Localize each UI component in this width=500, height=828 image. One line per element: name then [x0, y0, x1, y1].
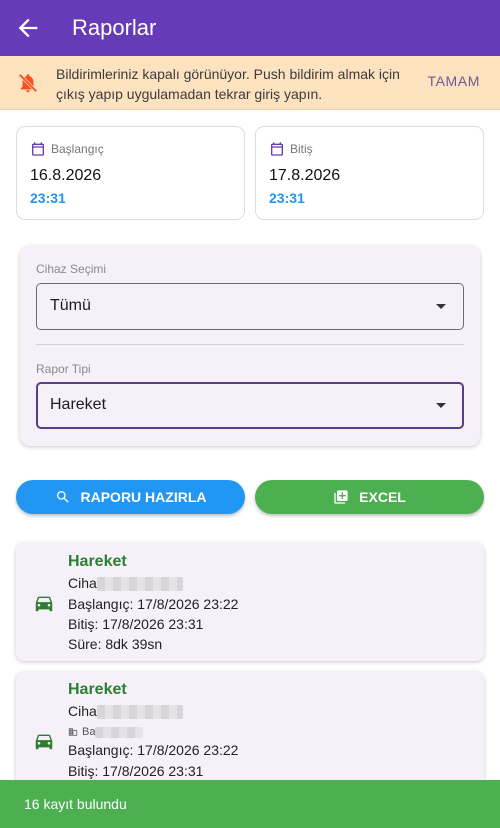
report-list-item[interactable]: Hareket Ciha Başlangıç: 17/8/2026 23:22 …	[16, 543, 484, 661]
report-device-prefix: Ciha	[68, 703, 97, 719]
end-date-value: 17.8.2026	[269, 167, 341, 184]
result-count: 16 kayıt bulundu	[24, 796, 127, 812]
notification-message: Bildirimleriniz kapalı görünüyor. Push b…	[56, 66, 400, 102]
bell-off-icon	[18, 73, 38, 93]
excel-export-button[interactable]: EXCEL	[255, 480, 484, 514]
filter-card: Cihaz Seçimi Tümü Rapor Tipi Hareket	[20, 246, 480, 446]
end-date-label: Bitiş	[290, 142, 313, 156]
end-date-card[interactable]: Bitiş 17.8.2026 23:31	[255, 126, 484, 220]
report-location: Ba	[68, 726, 144, 738]
report-type-value: Hareket	[50, 396, 107, 413]
start-date-card[interactable]: Başlangıç 16.8.2026 23:31	[16, 126, 245, 220]
app-bar: Raporlar	[0, 0, 500, 56]
start-date-label: Başlangıç	[51, 142, 104, 156]
start-date-value: 16.8.2026	[30, 167, 102, 184]
spreadsheet-icon	[334, 490, 348, 504]
device-select-label: Cihaz Seçimi	[36, 262, 107, 276]
prepare-report-label: RAPORU HAZIRLA	[80, 489, 207, 505]
end-time-value: 23:31	[269, 190, 305, 206]
page-title: Raporlar	[72, 15, 157, 40]
report-title: Hareket	[68, 681, 127, 698]
car-icon	[35, 734, 53, 750]
calendar-icon	[32, 142, 44, 156]
prepare-report-button[interactable]: RAPORU HAZIRLA	[16, 480, 245, 514]
report-device: Ciha	[68, 703, 183, 720]
notification-banner: Bildirimleriniz kapalı görünüyor. Push b…	[0, 56, 500, 110]
report-type-label: Rapor Tipi	[36, 362, 91, 376]
report-start: Başlangıç: 17/8/2026 23:22	[68, 596, 239, 612]
arrow-left-icon[interactable]	[14, 14, 42, 42]
redacted-text	[96, 577, 183, 592]
report-end: Bitiş: 17/8/2026 23:31	[68, 763, 204, 779]
car-icon	[35, 596, 53, 612]
redacted-text	[95, 726, 144, 738]
caret-down-icon	[436, 304, 446, 309]
device-select[interactable]: Tümü	[36, 283, 464, 330]
report-device: Ciha	[68, 575, 183, 592]
building-icon	[68, 728, 78, 736]
excel-export-label: EXCEL	[359, 489, 406, 505]
search-icon	[56, 491, 69, 503]
report-duration: Süre: 8dk 39sn	[68, 636, 163, 652]
caret-down-icon	[436, 403, 446, 408]
report-end: Bitiş: 17/8/2026 23:31	[68, 616, 204, 632]
reports-screen: Raporlar Bildirimleriniz kapalı görünüyo…	[0, 0, 500, 828]
redacted-text	[96, 705, 183, 720]
report-location-prefix: Ba	[82, 726, 96, 738]
start-time-value: 23:31	[30, 190, 66, 206]
dismiss-banner-button[interactable]: TAMAM	[427, 73, 480, 89]
calendar-icon	[271, 142, 283, 156]
divider	[36, 344, 464, 345]
report-device-prefix: Ciha	[68, 575, 97, 591]
report-title: Hareket	[68, 553, 127, 570]
result-count-bar: 16 kayıt bulundu	[0, 780, 500, 828]
report-type-select[interactable]: Hareket	[36, 382, 464, 429]
report-start: Başlangıç: 17/8/2026 23:22	[68, 742, 239, 758]
device-select-value: Tümü	[50, 297, 91, 314]
